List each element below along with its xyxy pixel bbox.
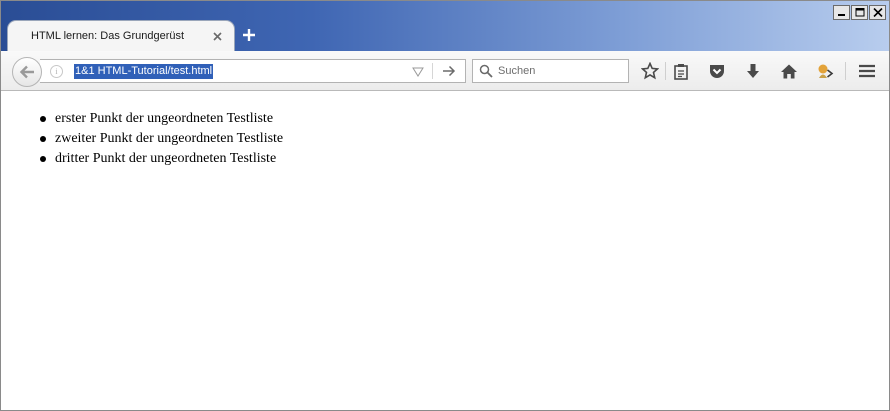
url-bar[interactable]: i 1&1 HTML-Tutorial/test.html (40, 59, 466, 83)
home-icon[interactable] (779, 61, 799, 81)
toolbar-divider (665, 62, 666, 80)
maximize-button[interactable] (851, 5, 868, 20)
page-content: erster Punkt der ungeordneten Testliste … (1, 92, 889, 410)
list-item-text: dritter Punkt der ungeordneten Testliste (55, 151, 277, 166)
list-item: erster Punkt der ungeordneten Testliste (37, 110, 283, 130)
tab-close-icon[interactable] (211, 30, 223, 42)
tab-title: HTML lernen: Das Grundgerüst (31, 30, 185, 42)
pocket-icon[interactable] (707, 61, 727, 81)
bullet-icon (40, 116, 46, 122)
list-item: zweiter Punkt der ungeordneten Testliste (37, 130, 283, 150)
toolbar-divider (845, 62, 846, 80)
dropdown-arrow-icon[interactable] (412, 67, 424, 77)
url-divider (432, 63, 433, 79)
minimize-icon (838, 14, 845, 16)
window-controls (833, 5, 886, 20)
download-icon[interactable] (743, 61, 763, 81)
close-icon (872, 8, 883, 17)
reading-list-icon[interactable] (671, 61, 691, 81)
bullet-icon (40, 156, 46, 162)
back-arrow-icon (19, 65, 34, 79)
list-item-text: erster Punkt der ungeordneten Testliste (55, 111, 274, 126)
minimize-button[interactable] (833, 5, 850, 20)
menu-icon[interactable] (857, 61, 877, 81)
browser-window: HTML lernen: Das Grundgerüst i 1&1 HTML-… (0, 0, 890, 411)
go-arrow-icon[interactable] (442, 65, 456, 77)
unordered-list: erster Punkt der ungeordneten Testliste … (37, 110, 283, 170)
new-tab-plus-icon[interactable] (242, 28, 256, 42)
bullet-icon (40, 136, 46, 142)
search-icon (479, 64, 493, 78)
title-bar: HTML lernen: Das Grundgerüst (1, 1, 889, 51)
info-icon[interactable]: i (50, 65, 63, 78)
profile-icon[interactable] (815, 61, 835, 81)
search-placeholder: Suchen (498, 65, 536, 77)
close-window-button[interactable] (869, 5, 886, 20)
list-item-text: zweiter Punkt der ungeordneten Testliste (55, 131, 284, 146)
list-item: dritter Punkt der ungeordneten Testliste (37, 150, 283, 170)
search-bar[interactable]: Suchen (472, 59, 629, 83)
bookmark-star-icon[interactable] (640, 61, 660, 81)
url-text[interactable]: 1&1 HTML-Tutorial/test.html (74, 64, 214, 79)
back-button[interactable] (12, 57, 42, 87)
maximize-icon (855, 8, 864, 17)
navigation-toolbar: i 1&1 HTML-Tutorial/test.html Suchen (1, 51, 889, 91)
tab-active[interactable]: HTML lernen: Das Grundgerüst (7, 20, 235, 51)
